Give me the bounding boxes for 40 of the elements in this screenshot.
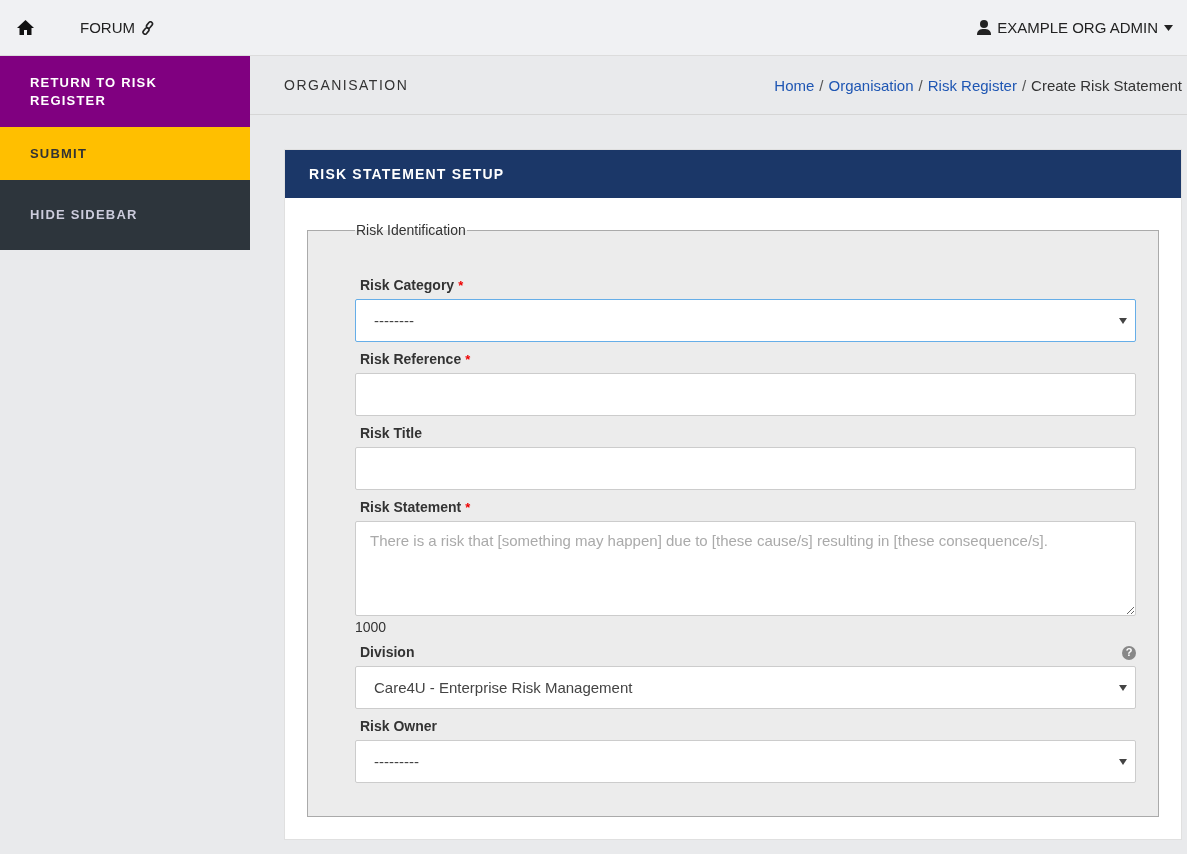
home-link[interactable] [17,20,34,35]
select-field[interactable]: -------- [355,299,1136,342]
sidebar-button[interactable]: RETURN TO RISK REGISTER [0,56,250,127]
help-icon[interactable]: ? [1122,645,1136,660]
caret-icon [1119,317,1127,324]
user-menu[interactable]: EXAMPLE ORG ADMIN [977,19,1173,36]
breadcrumb-link[interactable]: Home [774,76,815,94]
breadcrumb-current: Create Risk Statement [1031,76,1182,94]
character-counter: 1000 [355,618,388,635]
select-field[interactable]: --------- [355,740,1136,783]
breadcrumb-link[interactable]: Organisation [828,76,914,94]
home-icon [17,20,34,35]
sidebar-button[interactable]: SUBMIT [0,127,250,180]
field-label-text: Risk Title [360,425,422,442]
page-title: ORGANISATION [284,77,409,93]
panel-header: RISK STATEMENT SETUP [285,150,1181,198]
field-label-text: Risk Statement [360,499,462,516]
field-label-text: Risk Owner [360,718,438,735]
field-label-text: Risk Reference [360,351,462,368]
breadcrumb-separator: / [918,76,923,94]
field-label-text: Risk Category [360,277,455,294]
textarea-field[interactable]: There is a risk that [something may happen] due to [these cause/s] resulting in [these consequence/s]. [355,521,1136,616]
breadcrumb-link[interactable]: Risk Register [927,76,1017,94]
select-field[interactable]: Care4U - Enterprise Risk Management [355,666,1136,709]
required-mark: * [465,499,471,516]
caret-icon [1164,24,1173,31]
breadcrumb-separator: / [819,76,824,94]
caret-icon [1119,684,1127,691]
required-mark: * [465,351,471,368]
link-icon [141,20,155,35]
forum-link[interactable]: FORUM [80,19,155,36]
user-icon [977,20,992,35]
text-input-field[interactable] [355,373,1136,416]
required-mark: * [458,277,464,294]
sidebar-button[interactable]: HIDE SIDEBAR [0,180,250,250]
fieldset-legend: Risk Identification [355,222,467,238]
text-input-field[interactable] [355,447,1136,490]
field-label-text: Division [360,644,415,661]
breadcrumb-separator: / [1021,76,1027,94]
caret-icon [1119,758,1127,765]
